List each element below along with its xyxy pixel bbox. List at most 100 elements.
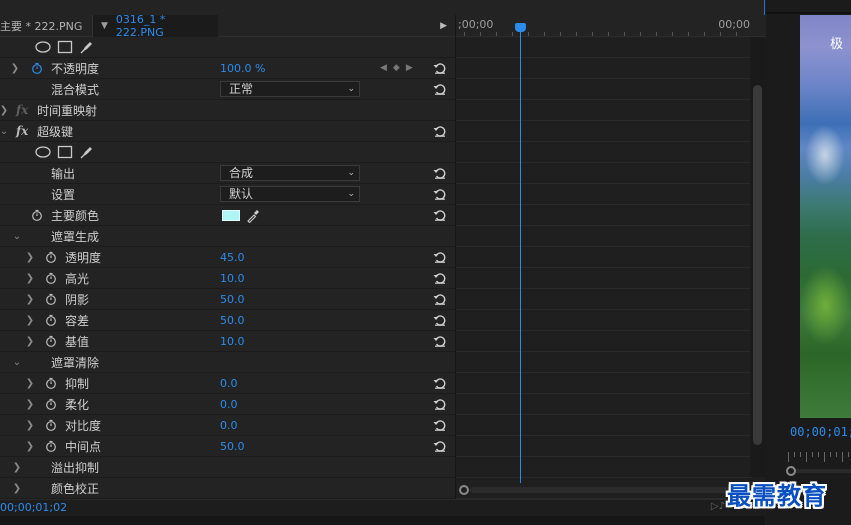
program-zoom-track[interactable]	[796, 469, 851, 473]
chevron-right-icon[interactable]: ❯	[10, 63, 20, 74]
zoom-scrollbar[interactable]	[456, 483, 752, 497]
reset-icon[interactable]	[433, 125, 447, 137]
param-row[interactable]: ❯ 透明度 45.0	[0, 247, 455, 268]
param-value[interactable]: 50.0	[220, 293, 245, 306]
param-value[interactable]: 0.0	[220, 398, 238, 411]
chevron-down-icon[interactable]: ⌄	[12, 231, 22, 242]
stopwatch-icon[interactable]	[45, 377, 57, 389]
color-correction-row[interactable]: ❯ 颜色校正	[0, 478, 455, 499]
reset-icon[interactable]	[433, 188, 447, 200]
fx-icon[interactable]: fx	[16, 103, 28, 117]
clip-selector[interactable]: ▼ 0316_1 * 222.PNG	[92, 13, 218, 39]
reset-icon[interactable]	[433, 398, 447, 410]
stopwatch-icon[interactable]	[45, 251, 57, 263]
param-row[interactable]: ❯ 基值 10.0	[0, 331, 455, 352]
chevron-right-icon[interactable]: ❯	[25, 294, 35, 305]
reset-icon[interactable]	[433, 377, 447, 389]
stopwatch-icon[interactable]	[45, 272, 57, 284]
audio-scrub-icon[interactable]: ▷♪	[711, 501, 725, 512]
stopwatch-icon[interactable]	[45, 293, 57, 305]
stopwatch-icon[interactable]	[31, 209, 43, 221]
rectangle-mask-icon[interactable]	[57, 145, 73, 159]
reset-icon[interactable]	[433, 419, 447, 431]
chevron-right-icon[interactable]: ❯	[25, 315, 35, 326]
blend-mode-dropdown[interactable]: 正常 ⌄	[220, 81, 360, 97]
zoom-handle[interactable]	[459, 485, 469, 495]
reset-icon[interactable]	[433, 167, 447, 179]
program-preview-frame[interactable]: 极	[800, 15, 851, 418]
stopwatch-icon[interactable]	[45, 314, 57, 326]
reset-icon[interactable]	[433, 314, 447, 326]
param-row[interactable]: ❯ 柔化 0.0	[0, 394, 455, 415]
playhead-handle[interactable]	[515, 23, 526, 32]
eyedropper-icon[interactable]	[246, 209, 260, 223]
param-row[interactable]: ❯ 中间点 50.0	[0, 436, 455, 457]
reset-icon[interactable]	[433, 272, 447, 284]
ellipse-mask-icon[interactable]	[35, 146, 51, 158]
keyframe-tracks[interactable]	[456, 37, 752, 499]
ellipse-mask-icon[interactable]	[35, 41, 51, 53]
vertical-scrollbar[interactable]	[750, 37, 766, 477]
setting-dropdown[interactable]: 默认 ⌄	[220, 186, 360, 202]
param-row[interactable]: ❯ 容差 50.0	[0, 310, 455, 331]
param-row[interactable]: ❯ 抑制 0.0	[0, 373, 455, 394]
program-zoom-handle[interactable]	[786, 466, 796, 476]
param-value[interactable]: 10.0	[220, 272, 245, 285]
param-row[interactable]: ❯ 阴影 50.0	[0, 289, 455, 310]
param-value[interactable]: 45.0	[220, 251, 245, 264]
reset-icon[interactable]	[433, 83, 447, 95]
rectangle-mask-icon[interactable]	[57, 40, 73, 54]
reset-icon[interactable]	[433, 440, 447, 452]
spill-suppression-row[interactable]: ❯ 溢出抑制	[0, 457, 455, 478]
param-row[interactable]: ❯ 对比度 0.0	[0, 415, 455, 436]
opacity-property-row[interactable]: ❯ 不透明度 100.0 % ◀ ◆ ▶	[0, 58, 455, 79]
chevron-right-icon[interactable]: ❯	[25, 420, 35, 431]
time-remap-row[interactable]: ❯ fx 时间重映射	[0, 100, 455, 121]
scrollbar-thumb[interactable]	[753, 85, 762, 445]
chevron-right-icon[interactable]: ❯	[25, 336, 35, 347]
param-value[interactable]: 50.0	[220, 440, 245, 453]
next-keyframe-icon[interactable]: ▶	[406, 63, 413, 73]
param-value[interactable]: 0.0	[220, 419, 238, 432]
param-value[interactable]: 50.0	[220, 314, 245, 327]
fx-icon[interactable]: fx	[16, 124, 28, 138]
reset-icon[interactable]	[433, 62, 447, 74]
reset-icon[interactable]	[433, 293, 447, 305]
chevron-down-icon[interactable]: ⌄	[12, 357, 22, 368]
stopwatch-icon[interactable]	[45, 440, 57, 452]
reset-icon[interactable]	[433, 335, 447, 347]
matte-cleanup-row[interactable]: ⌄ 遮罩清除	[0, 352, 455, 373]
pen-mask-icon[interactable]	[79, 144, 95, 160]
add-keyframe-icon[interactable]: ◆	[393, 63, 400, 73]
matte-generation-row[interactable]: ⌄ 遮罩生成	[0, 226, 455, 247]
chevron-right-icon[interactable]: ❯	[25, 378, 35, 389]
program-time-ruler[interactable]	[788, 452, 851, 464]
chevron-down-icon[interactable]: ⌄	[0, 126, 9, 137]
effect-timeline[interactable]: ;00;00 00;00	[455, 15, 766, 499]
stopwatch-icon[interactable]	[45, 335, 57, 347]
pen-mask-icon[interactable]	[79, 39, 95, 55]
param-row[interactable]: ❯ 高光 10.0	[0, 268, 455, 289]
chevron-down-icon[interactable]: ▼	[101, 21, 108, 31]
play-triangle-icon[interactable]: ▶	[440, 21, 447, 31]
chevron-right-icon[interactable]: ❯	[25, 273, 35, 284]
master-clip-label[interactable]: 主要 * 222.PNG	[0, 18, 92, 34]
stopwatch-icon[interactable]	[31, 62, 43, 74]
chevron-right-icon[interactable]: ❯	[25, 441, 35, 452]
key-color-swatch[interactable]	[222, 210, 240, 221]
program-timecode[interactable]: 00;00;01;	[790, 425, 851, 439]
param-value[interactable]: 10.0	[220, 335, 245, 348]
stopwatch-icon[interactable]	[45, 398, 57, 410]
reset-icon[interactable]	[433, 251, 447, 263]
playhead-line[interactable]	[520, 23, 521, 483]
chevron-right-icon[interactable]: ❯	[12, 462, 22, 473]
ultra-key-row[interactable]: ⌄ fx 超级键	[0, 121, 455, 142]
opacity-value[interactable]: 100.0 %	[220, 62, 265, 75]
reset-icon[interactable]	[433, 209, 447, 221]
stopwatch-icon[interactable]	[45, 419, 57, 431]
chevron-right-icon[interactable]: ❯	[25, 252, 35, 263]
time-ruler[interactable]: ;00;00 00;00	[456, 15, 766, 37]
prev-keyframe-icon[interactable]: ◀	[380, 63, 387, 73]
zoom-scrollbar-track[interactable]	[470, 487, 750, 493]
chevron-right-icon[interactable]: ❯	[0, 105, 9, 116]
